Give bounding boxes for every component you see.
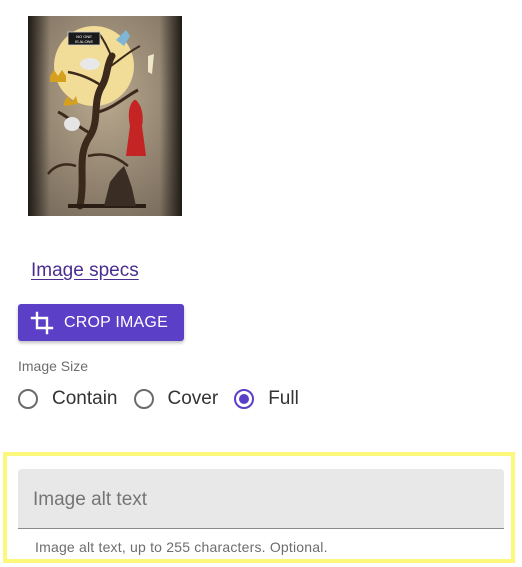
radio-selected-dot: [239, 394, 250, 404]
crop-image-label: CROP IMAGE: [64, 313, 168, 331]
radio-option-contain[interactable]: Contain: [18, 388, 118, 410]
radio-option-cover[interactable]: Cover: [133, 388, 219, 410]
radio-button-cover[interactable]: [133, 389, 154, 409]
image-size-radio-group: Contain Cover Full: [18, 386, 315, 412]
white-cat-figure: [64, 117, 80, 131]
crop-image-button[interactable]: CROP IMAGE: [18, 304, 184, 341]
radio-button-full[interactable]: [234, 389, 255, 409]
radio-label-full: Full: [268, 388, 299, 409]
crop-icon: [30, 311, 54, 335]
radio-label-contain: Contain: [52, 388, 118, 409]
image-specs-link[interactable]: Image specs: [31, 260, 139, 282]
sign-line-2: IS ALONE: [75, 39, 94, 44]
alt-text-input[interactable]: Image alt text: [18, 469, 504, 529]
image-preview: NO ONE IS ALONE: [28, 16, 182, 216]
alt-text-placeholder: Image alt text: [33, 489, 148, 510]
alt-text-helper: Image alt text, up to 255 characters. Op…: [35, 539, 328, 555]
radio-option-full[interactable]: Full: [234, 388, 299, 410]
image-size-label: Image Size: [18, 358, 89, 374]
white-creature: [80, 58, 100, 70]
radio-button-contain[interactable]: [18, 389, 38, 409]
image-settings-panel: NO ONE IS ALONE Image specs CROP IMAGE I…: [0, 0, 522, 567]
radio-label-cover: Cover: [167, 388, 219, 409]
